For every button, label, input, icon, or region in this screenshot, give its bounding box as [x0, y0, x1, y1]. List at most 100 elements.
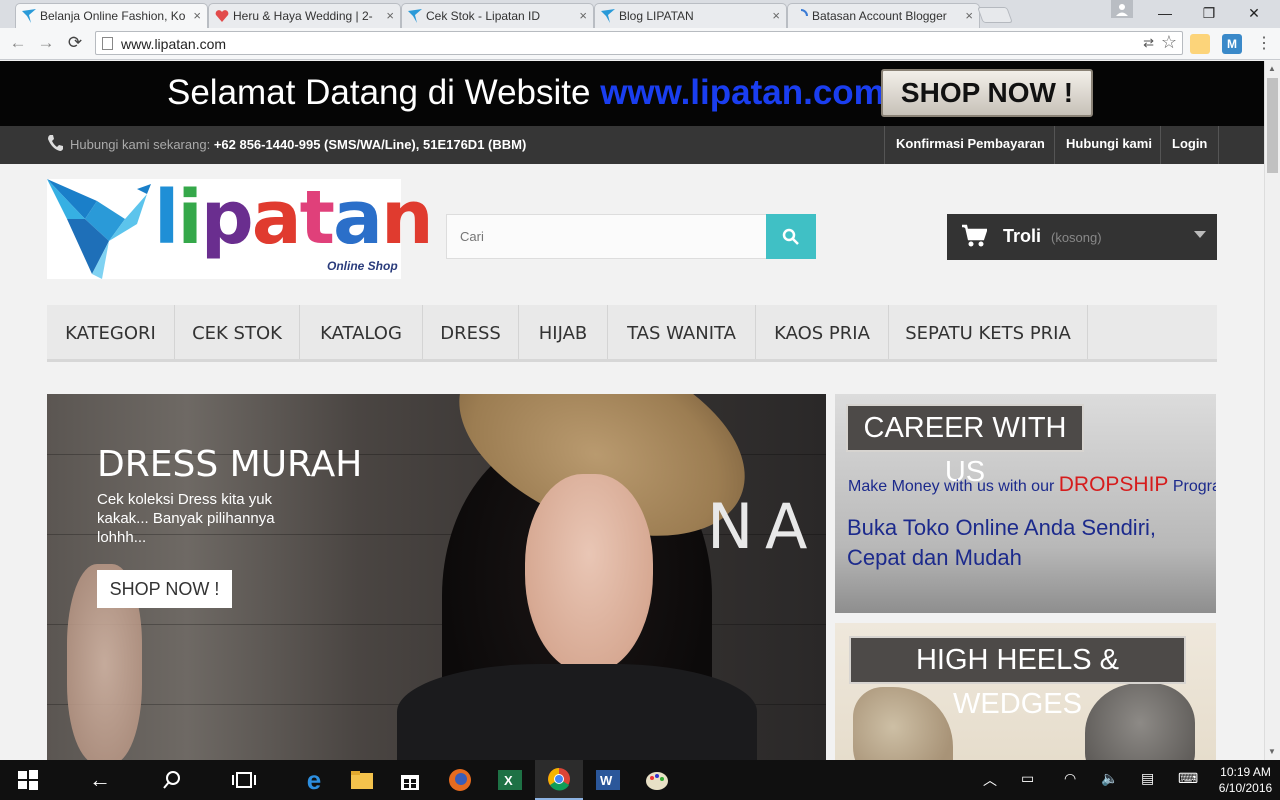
chevron-down-icon	[1194, 231, 1206, 238]
contact-number: +62 856-1440-995 (SMS/WA/Line), 51E176D1…	[213, 137, 527, 152]
action-center-icon[interactable]: ▤	[1141, 770, 1154, 787]
cart-count: (kosong)	[1051, 230, 1102, 245]
cart-label: Troli	[1003, 226, 1042, 246]
menu-item-cek-stok[interactable]: CEK STOK	[175, 305, 300, 359]
main-menu: KATEGORI CEK STOK KATALOG DRESS HIJAB TA…	[47, 305, 1217, 362]
hero-description: Cek koleksi Dress kita yuk kakak... Bany…	[97, 491, 275, 546]
address-url[interactable]: www.lipatan.com	[121, 36, 226, 52]
keyboard-icon[interactable]: ⌨	[1178, 770, 1198, 787]
welcome-banner[interactable]: Selamat Datang di Website www.lipatan.co…	[0, 61, 1264, 126]
banner-shop-now-button[interactable]: SHOP NOW !	[881, 69, 1093, 117]
back-arrow-icon[interactable]: ←	[6, 32, 30, 54]
paint-icon[interactable]	[633, 760, 681, 800]
tab-title: Belanja Online Fashion, Ko	[40, 9, 186, 23]
tab-batasan-account-blogger[interactable]: Batasan Account Blogger ×	[787, 3, 980, 28]
bookmark-star-icon[interactable]: ☆	[1161, 32, 1177, 53]
login-link[interactable]: Login	[1160, 126, 1220, 164]
hero-model-face-image	[525, 474, 653, 674]
hubungi-kami-link[interactable]: Hubungi kami	[1054, 126, 1163, 164]
welcome-label: Selamat Datang di Website	[167, 73, 601, 112]
dropship-highlight: DROPSHIP	[1058, 473, 1169, 496]
tab-cek-stok[interactable]: Cek Stok - Lipatan ID ×	[401, 3, 594, 28]
menu-item-hijab[interactable]: HIJAB	[519, 305, 608, 359]
clock-time: 10:19 AM	[1220, 765, 1271, 779]
menu-item-dress[interactable]: DRESS	[423, 305, 519, 359]
search-button[interactable]	[766, 214, 816, 259]
tab-close-icon[interactable]: ×	[193, 8, 201, 23]
reload-icon[interactable]: ⟳	[63, 32, 87, 54]
firefox-icon[interactable]	[436, 760, 484, 800]
extension-face-icon[interactable]	[1190, 34, 1210, 54]
profile-avatar-icon[interactable]	[1111, 0, 1133, 18]
close-window-icon[interactable]: ✕	[1234, 2, 1274, 24]
hero-slider[interactable]: N A DRESS MURAH Cek koleksi Dress kita y…	[47, 394, 826, 760]
phone-icon	[48, 135, 63, 151]
search-input[interactable]	[446, 214, 767, 259]
hero-model-dress-image	[397, 664, 757, 760]
new-tab-button[interactable]	[977, 7, 1013, 23]
contact-bar: Hubungi kami sekarang: +62 856-1440-995 …	[0, 126, 1264, 164]
scroll-down-icon[interactable]: ▼	[1268, 747, 1276, 756]
logo-wordmark: lipatan	[154, 175, 434, 261]
hero-shop-now-button[interactable]: SHOP NOW !	[97, 570, 232, 608]
tab-blog-lipatan[interactable]: Blog LIPATAN ×	[594, 3, 787, 28]
tab-title: Heru & Haya Wedding | 2-	[233, 9, 373, 23]
logo-letter: i	[177, 175, 202, 261]
scrollbar-thumb[interactable]	[1267, 78, 1278, 173]
cart-button[interactable]: Troli (kosong)	[947, 214, 1217, 260]
menu-item-tas-wanita[interactable]: TAS WANITA	[608, 305, 756, 359]
windows-taskbar: ← e X W ︿ ▭ ◠ 🔈 ▤ ⌨ 10:19 AM 6/10/2016	[0, 760, 1280, 800]
battery-icon[interactable]: ▭	[1021, 770, 1034, 787]
logo-letter: n	[380, 175, 434, 261]
browser-menu-icon[interactable]: ⋮	[1256, 33, 1272, 53]
show-hidden-icons-chevron-icon[interactable]: ︿	[983, 770, 997, 790]
page-scrollbar[interactable]: ▲ ▼	[1264, 61, 1280, 760]
address-bar[interactable]: www.lipatan.com ⇄ ☆	[95, 31, 1183, 55]
translate-icon[interactable]: ⇄	[1143, 35, 1154, 51]
heels-banner[interactable]: HIGH HEELS & WEDGES	[835, 623, 1216, 760]
chrome-icon[interactable]	[535, 760, 583, 800]
browser-toolbar: ← → ⟳ www.lipatan.com ⇄ ☆ M ⋮	[0, 28, 1280, 60]
tab-close-icon[interactable]: ×	[965, 8, 973, 23]
tab-close-icon[interactable]: ×	[772, 8, 780, 23]
maximize-icon[interactable]: ❐	[1189, 2, 1229, 24]
tab-title: Blog LIPATAN	[619, 9, 694, 23]
site-logo[interactable]: lipatan Online Shop	[47, 175, 434, 279]
edge-browser-icon[interactable]: e	[290, 760, 338, 800]
volume-icon[interactable]: 🔈	[1101, 770, 1118, 787]
tab-belanja-online[interactable]: Belanja Online Fashion, Ko ×	[15, 3, 208, 28]
lipatan-bird-icon	[408, 9, 422, 23]
taskbar-clock[interactable]: 10:19 AM 6/10/2016	[1218, 764, 1273, 796]
svg-text:W: W	[600, 773, 613, 788]
hero-title: DRESS MURAH	[97, 444, 363, 485]
konfirmasi-pembayaran-link[interactable]: Konfirmasi Pembayaran	[884, 126, 1056, 164]
site-search	[446, 214, 816, 259]
menu-item-sepatu-kets-pria[interactable]: SEPATU KETS PRIA	[889, 305, 1088, 359]
store-icon[interactable]	[386, 760, 434, 800]
career-subtitle: Buka Toko Online Anda Sendiri, Cepat dan…	[847, 513, 1156, 573]
search-icon[interactable]	[148, 760, 196, 800]
word-icon[interactable]: W	[584, 760, 632, 800]
tab-title: Cek Stok - Lipatan ID	[426, 9, 541, 23]
wifi-icon[interactable]: ◠	[1064, 770, 1076, 787]
svg-text:X: X	[504, 773, 513, 788]
scroll-up-icon[interactable]: ▲	[1268, 64, 1276, 73]
career-subtitle-line: Cepat dan Mudah	[847, 545, 1022, 570]
menu-item-kategori[interactable]: KATEGORI	[47, 305, 175, 359]
task-view-icon[interactable]	[220, 760, 268, 800]
tab-heru-haya-wedding[interactable]: Heru & Haya Wedding | 2- ×	[208, 3, 401, 28]
extension-m-icon[interactable]: M	[1222, 34, 1242, 54]
minimize-icon[interactable]: —	[1145, 2, 1185, 24]
tab-close-icon[interactable]: ×	[386, 8, 394, 23]
back-arrow-icon[interactable]: ←	[76, 760, 124, 800]
career-subtitle-line: Buka Toko Online Anda Sendiri,	[847, 515, 1157, 540]
windows-start-icon[interactable]	[4, 760, 52, 800]
menu-item-katalog[interactable]: KATALOG	[300, 305, 423, 359]
forward-arrow-icon[interactable]: →	[34, 32, 58, 54]
excel-icon[interactable]: X	[486, 760, 534, 800]
career-banner[interactable]: CAREER WITH US Make Money with us with o…	[835, 394, 1216, 613]
file-explorer-icon[interactable]	[338, 760, 386, 800]
career-tagline-post: Program	[1172, 478, 1216, 495]
menu-item-kaos-pria[interactable]: KAOS PRIA	[756, 305, 889, 359]
tab-close-icon[interactable]: ×	[579, 8, 587, 23]
